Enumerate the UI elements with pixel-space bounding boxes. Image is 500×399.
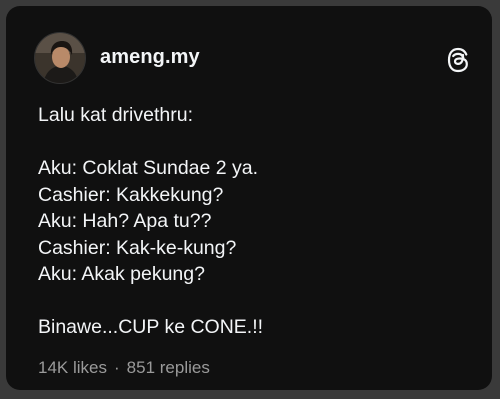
threads-logo-icon — [446, 47, 470, 73]
likes-count[interactable]: 14K likes — [38, 358, 107, 377]
post-text: Lalu kat drivethru: Aku: Coklat Sundae 2… — [38, 102, 478, 341]
post-stats: 14K likes · 851 replies — [38, 358, 210, 378]
post-line: Cashier: Kak-ke-kung? — [38, 236, 237, 259]
avatar[interactable] — [34, 32, 86, 84]
post-line: Cashier: Kakkekung? — [38, 183, 224, 206]
threads-post-card: ameng.my Lalu kat drivethru: Aku: Coklat… — [6, 6, 492, 390]
profile-photo — [35, 33, 85, 83]
separator-dot: · — [113, 358, 120, 377]
replies-count[interactable]: 851 replies — [127, 358, 210, 377]
post-line: Aku: Hah? Apa tu?? — [38, 210, 212, 232]
post-blank-line — [38, 288, 478, 315]
post-line: Aku: Coklat Sundae 2 ya. — [38, 157, 259, 179]
post-line: Binawe...CUP ke CONE.!! — [38, 316, 264, 338]
post-line: Aku: Akak pekung? — [38, 263, 205, 285]
username[interactable]: ameng.my — [100, 46, 200, 69]
post-blank-line — [38, 129, 478, 156]
post-line: Lalu kat drivethru: — [38, 104, 194, 126]
